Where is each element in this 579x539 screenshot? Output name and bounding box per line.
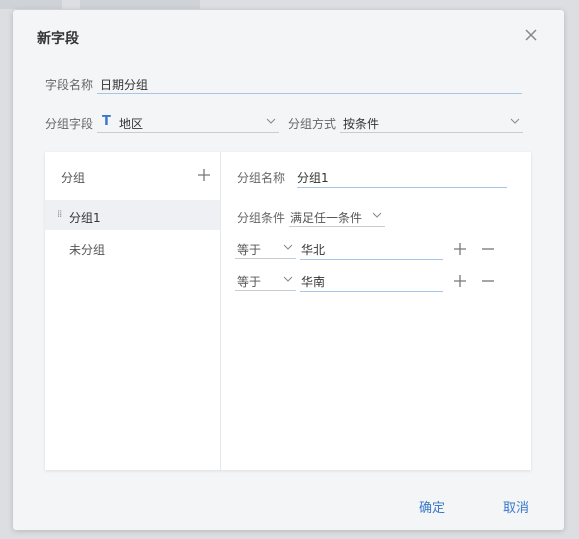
condition-value-underline — [300, 291, 443, 292]
condition-value-input[interactable]: 华南 — [301, 273, 325, 290]
group-field-select[interactable]: 地区 — [119, 115, 143, 132]
groups-pane: 分组 ⁞⁞ 分组1 未分组 — [45, 152, 221, 470]
chevron-down-icon[interactable] — [283, 242, 293, 252]
add-condition-button[interactable] — [453, 242, 467, 256]
condition-operator-select[interactable]: 等于 — [237, 273, 261, 290]
group-condition-label: 分组条件 — [237, 211, 286, 225]
field-name-input[interactable]: 日期分组 — [100, 76, 148, 93]
new-field-dialog: 新字段 字段名称 日期分组 分组字段 T 地区 分组方式 按条件 分组 ⁞⁞ 分… — [13, 10, 564, 530]
text-type-icon: T — [102, 114, 111, 129]
field-name-underline — [97, 93, 522, 94]
group-name-input[interactable]: 分组1 — [297, 169, 329, 186]
condition-value-input[interactable]: 华北 — [301, 241, 325, 258]
condition-operator-select[interactable]: 等于 — [237, 241, 261, 258]
group-name-label: 分组名称 — [237, 171, 286, 185]
group-field-label: 分组字段 — [45, 117, 94, 131]
group-name-underline — [297, 187, 507, 188]
group-method-underline — [340, 132, 523, 133]
group-method-label: 分组方式 — [288, 117, 337, 131]
background-tab — [80, 0, 200, 9]
remove-condition-button[interactable] — [481, 242, 495, 256]
condition-mode-underline — [289, 226, 385, 227]
condition-value-underline — [300, 259, 443, 260]
confirm-button[interactable]: 确定 — [419, 497, 445, 516]
condition-mode-select[interactable]: 满足任一条件 — [290, 209, 362, 226]
group-method-select[interactable]: 按条件 — [343, 115, 379, 132]
close-icon[interactable] — [523, 27, 539, 43]
group-field-underline — [97, 132, 279, 133]
field-name-label: 字段名称 — [45, 78, 94, 92]
drag-handle-icon[interactable]: ⁞⁞ — [57, 209, 62, 220]
chevron-down-icon[interactable] — [372, 210, 382, 220]
chevron-down-icon[interactable] — [510, 116, 520, 126]
groups-header: 分组 — [61, 171, 86, 185]
dialog-title: 新字段 — [37, 31, 79, 47]
add-condition-button[interactable] — [453, 274, 467, 288]
background-tab — [0, 0, 62, 9]
cancel-button[interactable]: 取消 — [503, 497, 529, 516]
remove-condition-button[interactable] — [481, 274, 495, 288]
group-item-label[interactable]: 未分组 — [69, 241, 105, 258]
grouping-panel: 分组 ⁞⁞ 分组1 未分组 分组名称 分组1 分组条件 满足任一条件 等于 华北 — [45, 152, 531, 470]
chevron-down-icon[interactable] — [283, 274, 293, 284]
chevron-down-icon[interactable] — [266, 116, 276, 126]
condition-operator-underline — [235, 290, 296, 291]
add-group-button[interactable] — [197, 168, 211, 182]
group-item-label[interactable]: 分组1 — [69, 209, 101, 226]
condition-operator-underline — [235, 258, 296, 259]
